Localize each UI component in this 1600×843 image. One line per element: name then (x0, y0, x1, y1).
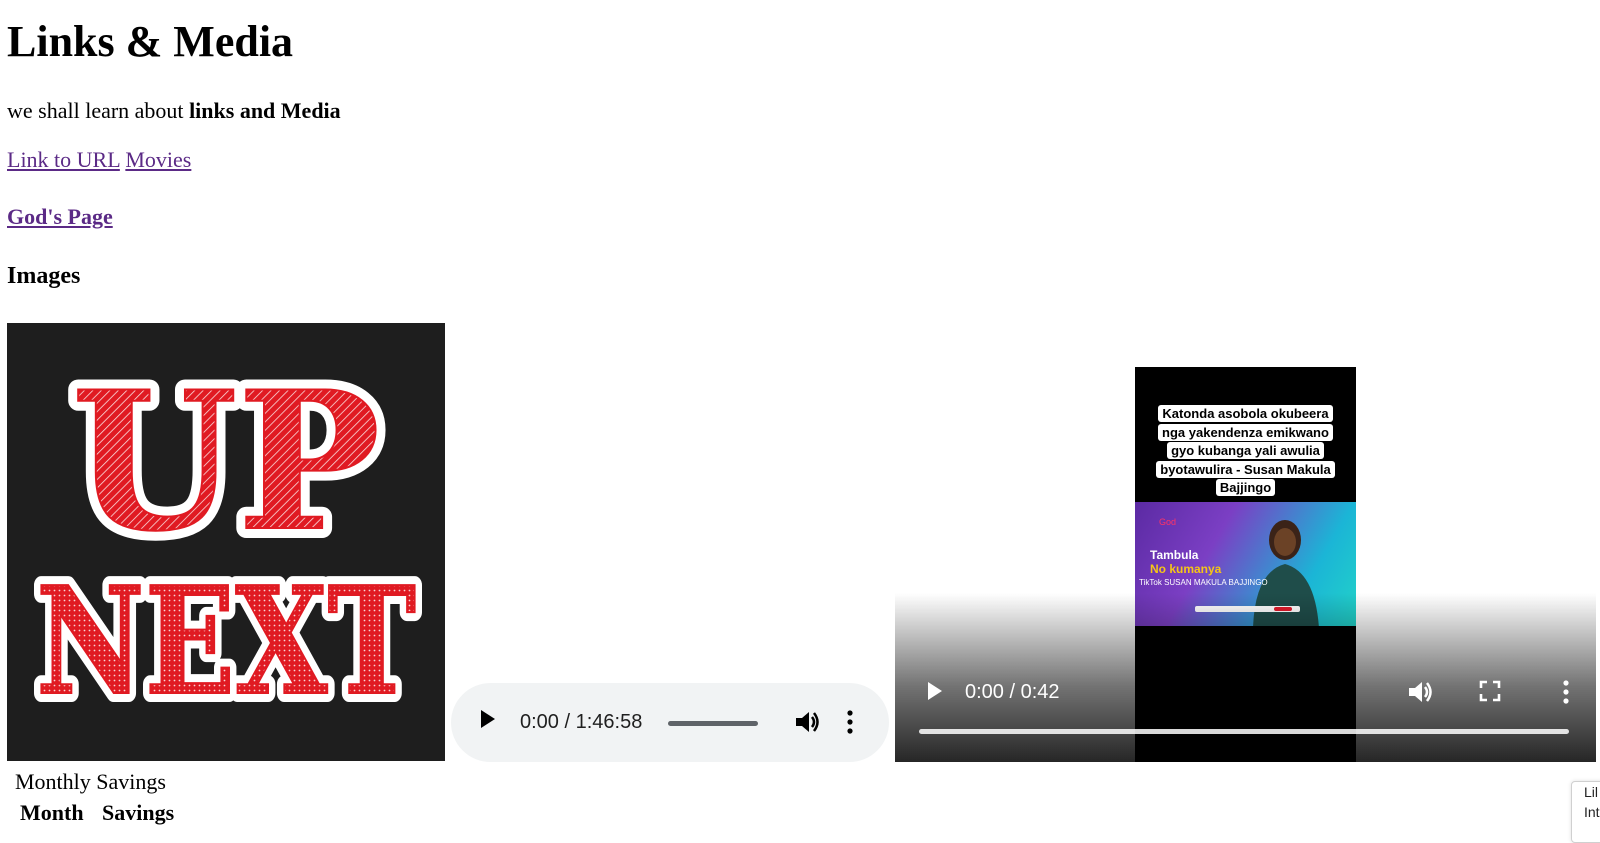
table-header-savings: Savings (102, 800, 175, 825)
play-icon[interactable] (481, 710, 495, 728)
video-caption: Katonda asobola okubeera nga yakendenza … (1149, 405, 1342, 498)
links-row: Link to URL Movies (7, 147, 191, 173)
caption-line: nga yakendenza emikwano (1158, 423, 1333, 441)
video-controls-overlay (895, 593, 1596, 762)
intro-bold-text: links and Media (189, 98, 341, 123)
volume-icon[interactable] (1407, 679, 1435, 705)
audio-progress-slider[interactable] (668, 721, 758, 726)
thumbnail-subheadline: No kumanya (1150, 562, 1222, 576)
more-options-icon[interactable] (846, 709, 854, 735)
up-next-image: UP UP NEXT NEXT (7, 323, 445, 761)
intro-paragraph: we shall learn about links and Media (7, 98, 341, 124)
caption-line: Katonda asobola okubeera (1158, 405, 1333, 422)
tiktok-handle: SUSAN MAKULA BAJJINGO (1164, 578, 1268, 587)
caption-line: byotawulira - Susan Makula (1156, 460, 1335, 478)
video-time: 0:00 / 0:42 (965, 681, 1060, 703)
audio-player[interactable]: 0:00 / 1:46:58 (451, 683, 889, 762)
images-heading: Images (7, 263, 81, 289)
link-to-url[interactable]: Link to URL (7, 147, 120, 172)
tiktok-label: TikTok (1139, 578, 1162, 587)
audio-time: 0:00 / 1:46:58 (520, 711, 643, 733)
video-player[interactable]: Katonda asobola okubeera nga yakendenza … (895, 323, 1596, 762)
tiktok-watermark: TikTok SUSAN MAKULA BAJJINGO (1139, 578, 1268, 587)
thumbnail-god-text: God (1159, 517, 1177, 527)
up-text: UP (72, 350, 381, 573)
corner-widget-line: Lil (1584, 784, 1599, 800)
more-options-icon[interactable] (1562, 679, 1570, 705)
play-icon[interactable] (928, 682, 942, 700)
thumbnail-headline: Tambula (1150, 548, 1199, 562)
video-progress-slider[interactable] (919, 729, 1569, 734)
corner-widget[interactable]: Lil Int (1571, 781, 1600, 843)
next-text: NEXT (36, 554, 416, 728)
corner-widget-line: Int (1584, 804, 1600, 820)
caption-line: Bajjingo (1215, 479, 1276, 496)
caption-line: gyo kubanga yali awulia (1167, 442, 1324, 459)
gods-page-link[interactable]: God's Page (7, 204, 113, 229)
up-next-graphic: UP UP NEXT NEXT (27, 340, 425, 737)
intro-text: we shall learn about (7, 98, 190, 123)
movies-link[interactable]: Movies (125, 147, 191, 172)
table-header-month: Month (20, 800, 84, 825)
gods-page-heading: God's Page (7, 204, 113, 230)
volume-icon[interactable] (794, 709, 822, 735)
table-caption: Monthly Savings (15, 769, 166, 794)
fullscreen-icon[interactable] (1479, 680, 1501, 702)
page-title: Links & Media (7, 17, 294, 66)
